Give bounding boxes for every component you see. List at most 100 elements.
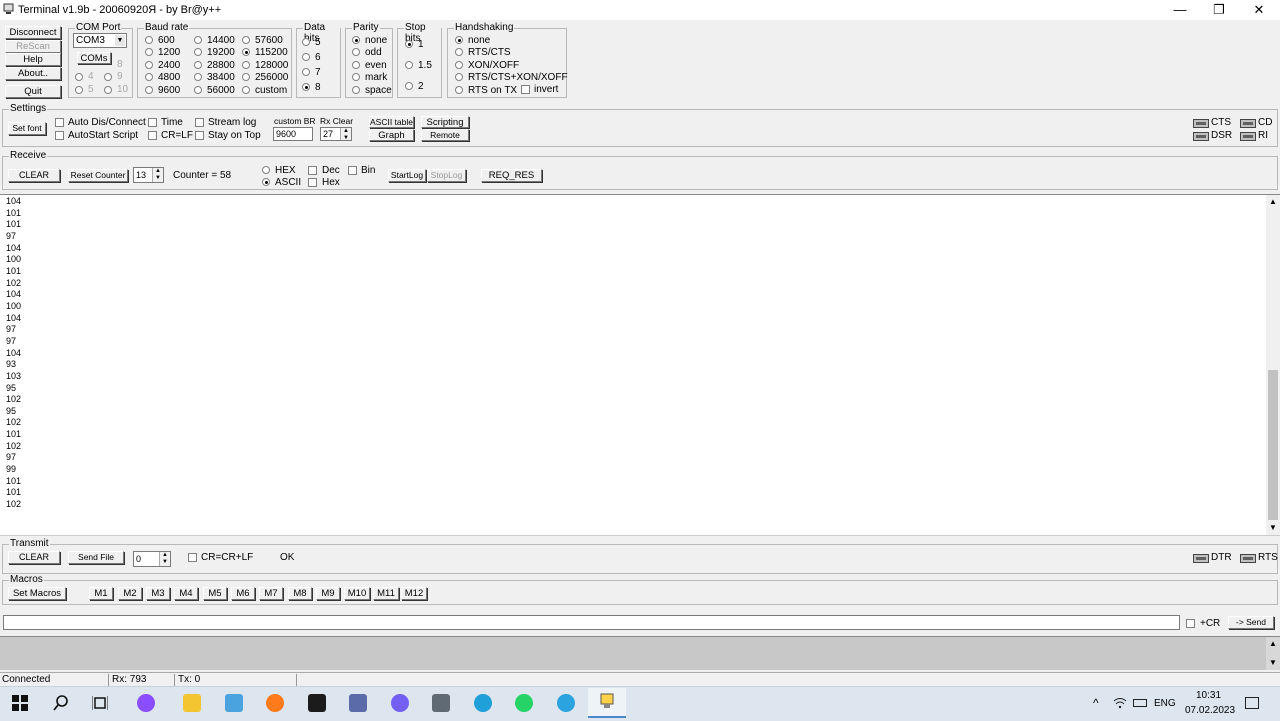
transmit-history-area[interactable]: ▲ ▼ <box>0 636 1280 670</box>
macro-button-m2[interactable]: M2 <box>118 587 142 600</box>
transmit-spin-input[interactable]: 0 ▲ ▼ <box>133 551 171 567</box>
macro-button-m6[interactable]: M6 <box>231 587 255 600</box>
battery-icon[interactable] <box>1133 699 1147 707</box>
time-checkbox[interactable] <box>148 118 157 127</box>
bin-checkbox[interactable] <box>348 166 357 175</box>
macro-button-m5[interactable]: M5 <box>203 587 227 600</box>
macro-button-m12[interactable]: M12 <box>401 587 427 600</box>
baud-radio-128000[interactable] <box>242 61 250 69</box>
history-scroll-up-icon[interactable]: ▲ <box>1269 639 1277 648</box>
edge-icon[interactable] <box>474 694 492 712</box>
chevron-up-icon[interactable]: ^ <box>1093 696 1099 710</box>
data-bits-radio-7[interactable] <box>302 68 310 76</box>
terminal-icon[interactable] <box>308 694 326 712</box>
plus-cr-checkbox[interactable] <box>1186 619 1195 628</box>
chevron-down-icon[interactable]: ▼ <box>115 35 125 46</box>
handshaking-radio-4[interactable] <box>455 86 463 94</box>
cr-cr-lf-checkbox[interactable] <box>188 553 197 562</box>
rx-clear-spinner[interactable]: ▲ ▼ <box>340 128 351 141</box>
parity-radio-mark[interactable] <box>352 73 360 81</box>
receive-clear-button[interactable]: CLEAR <box>8 169 60 182</box>
dtr-led[interactable] <box>1193 554 1209 563</box>
remote-desktop-icon[interactable] <box>225 694 243 712</box>
graph-button[interactable]: Graph <box>369 129 414 141</box>
cr-lf-checkbox[interactable] <box>148 131 157 140</box>
baud-radio-57600[interactable] <box>242 36 250 44</box>
clock-time[interactable]: 10:31 <box>1196 690 1221 701</box>
port-radio-5[interactable] <box>75 86 83 94</box>
transmit-clear-button[interactable]: CLEAR <box>8 551 60 564</box>
data-bits-radio-8[interactable] <box>302 83 310 91</box>
minimize-button[interactable]: — <box>1160 0 1200 20</box>
autostart-script-checkbox[interactable] <box>55 131 64 140</box>
language-indicator[interactable]: ENG <box>1154 698 1176 709</box>
telegram-icon[interactable] <box>557 694 575 712</box>
stop-bits-radio-1[interactable] <box>405 61 413 69</box>
data-bits-radio-6[interactable] <box>302 53 310 61</box>
maximize-button[interactable]: ❐ <box>1199 0 1239 20</box>
baud-radio-4800[interactable] <box>145 73 153 81</box>
macro-button-m10[interactable]: M10 <box>344 587 370 600</box>
rescan-button[interactable]: ReScan <box>5 40 61 53</box>
about-button[interactable]: About.. <box>5 67 61 80</box>
help-button[interactable]: Help <box>5 53 61 66</box>
stop-log-button[interactable]: StopLog <box>427 169 466 182</box>
set-font-button[interactable]: Set font <box>8 122 46 135</box>
reset-counter-button[interactable]: Reset Counter <box>68 169 128 182</box>
counter-spinner[interactable]: ▲ ▼ <box>152 168 163 182</box>
com-port-select[interactable]: COM3 ▼ <box>73 33 127 48</box>
viber-icon[interactable] <box>391 694 409 712</box>
task-view-icon[interactable] <box>91 695 109 711</box>
macro-button-m3[interactable]: M3 <box>146 587 170 600</box>
data-bits-radio-5[interactable] <box>302 38 310 46</box>
port-radio-9[interactable] <box>104 73 112 81</box>
set-macros-button[interactable]: Set Macros <box>8 587 66 600</box>
clock-date[interactable]: 07.02.2023 <box>1185 705 1235 716</box>
scripting-button[interactable]: Scripting <box>421 116 469 128</box>
transmit-history-scrollbar[interactable]: ▲ ▼ <box>1266 637 1280 670</box>
baud-radio-19200[interactable] <box>194 48 202 56</box>
hex-radio[interactable] <box>262 166 270 174</box>
macro-button-m4[interactable]: M4 <box>174 587 198 600</box>
baud-radio-600[interactable] <box>145 36 153 44</box>
windows-start-icon[interactable] <box>12 695 28 711</box>
send-file-button[interactable]: Send File <box>68 551 124 564</box>
stop-bits-radio-2[interactable] <box>405 82 413 90</box>
start-log-button[interactable]: StartLog <box>388 169 426 182</box>
rx-clear-input[interactable]: 27 ▲ ▼ <box>320 127 352 141</box>
history-scroll-down-icon[interactable]: ▼ <box>1269 658 1277 667</box>
baud-radio-256000[interactable] <box>242 73 250 81</box>
rts-led[interactable] <box>1240 554 1256 563</box>
handshaking-radio-2[interactable] <box>455 61 463 69</box>
baud-radio-1200[interactable] <box>145 48 153 56</box>
dec-checkbox[interactable] <box>308 166 317 175</box>
receive-scrollbar[interactable]: ▲ ▼ <box>1266 195 1280 535</box>
macro-button-m7[interactable]: M7 <box>259 587 283 600</box>
scroll-up-icon[interactable]: ▲ <box>1269 197 1277 206</box>
parity-radio-odd[interactable] <box>352 48 360 56</box>
transmit-spinner[interactable]: ▲ ▼ <box>159 552 170 566</box>
send-button[interactable]: -> Send <box>1228 616 1274 629</box>
macro-button-m11[interactable]: M11 <box>373 587 399 600</box>
alice-assistant-icon[interactable] <box>137 694 155 712</box>
handshaking-radio-1[interactable] <box>455 48 463 56</box>
hex-checkbox[interactable] <box>308 178 317 187</box>
coms-button[interactable]: COMs <box>77 52 111 64</box>
macro-button-m1[interactable]: M1 <box>89 587 113 600</box>
baud-radio-115200[interactable] <box>242 48 250 56</box>
parity-radio-space[interactable] <box>352 86 360 94</box>
baud-radio-56000[interactable] <box>194 86 202 94</box>
stream-log-checkbox[interactable] <box>195 118 204 127</box>
port-radio-10[interactable] <box>104 86 112 94</box>
notification-icon[interactable] <box>1245 697 1259 709</box>
wifi-icon[interactable] <box>1113 697 1127 709</box>
baud-radio-custom[interactable] <box>242 86 250 94</box>
baud-radio-28800[interactable] <box>194 61 202 69</box>
scroll-down-icon[interactable]: ▼ <box>1269 523 1277 532</box>
baud-radio-14400[interactable] <box>194 36 202 44</box>
search-icon[interactable] <box>53 695 69 711</box>
invert-checkbox[interactable] <box>521 85 530 94</box>
macro-button-m8[interactable]: M8 <box>288 587 312 600</box>
ascii-table-button[interactable]: ASCII table <box>369 116 414 128</box>
receive-text-area[interactable]: 104 101 101 97 104 100 101 102 104 100 104 97 97 104 9… <box>0 194 1280 536</box>
